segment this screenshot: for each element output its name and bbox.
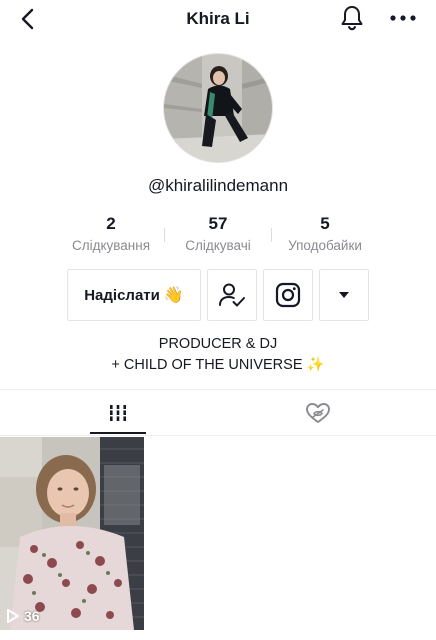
caret-down-icon — [339, 292, 349, 298]
bio-line-1: PRODUCER & DJ — [158, 336, 278, 352]
tab-liked-videos[interactable] — [290, 390, 346, 436]
view-count-value: 36 — [24, 608, 40, 624]
bell-icon — [341, 6, 363, 31]
divider — [0, 435, 436, 436]
stat-likes[interactable]: 5 Уподобайки — [272, 214, 378, 254]
profile-actions: Надіслати 👋 — [67, 269, 369, 321]
grid-bars-icon — [108, 405, 128, 421]
more-options-button[interactable] — [388, 6, 418, 30]
profile-stats: 2 Слідкування 57 Слідкувачі 5 Уподобайки — [58, 214, 378, 254]
send-message-label: Надіслати — [84, 286, 160, 304]
content-tabs — [0, 390, 436, 436]
heart-hidden-icon — [306, 403, 330, 423]
user-check-icon — [219, 283, 245, 307]
stat-followers[interactable]: 57 Слідкувачі — [165, 214, 271, 254]
stat-likes-count: 5 — [320, 214, 330, 233]
more-horizontal-icon — [390, 15, 416, 21]
more-dropdown-button[interactable] — [319, 269, 369, 321]
notifications-button[interactable] — [338, 4, 366, 32]
stat-followers-count: 57 — [208, 214, 228, 233]
instagram-icon — [275, 282, 301, 308]
video-thumbnail-image — [0, 437, 144, 630]
video-thumbnail[interactable]: 36 — [0, 437, 144, 630]
send-message-button[interactable]: Надіслати 👋 — [67, 269, 201, 321]
page-title: Khira Li — [186, 9, 250, 28]
play-outline-icon — [7, 609, 19, 623]
stat-following-count: 2 — [106, 214, 116, 233]
stat-followers-label: Слідкувачі — [185, 238, 251, 253]
view-count: 36 — [6, 608, 40, 624]
bio-line-2: + CHILD OF THE UNIVERSE ✨ — [111, 357, 325, 373]
stat-likes-label: Уподобайки — [288, 238, 362, 253]
top-bar: Khira Li — [0, 0, 436, 40]
profile-bio: PRODUCER & DJ + CHILD OF THE UNIVERSE ✨ — [0, 334, 436, 376]
avatar-photo — [164, 54, 272, 162]
following-button[interactable] — [207, 269, 257, 321]
tab-videos[interactable] — [90, 390, 146, 436]
stat-following-label: Слідкування — [71, 238, 151, 253]
instagram-button[interactable] — [263, 269, 313, 321]
active-tab-indicator — [90, 432, 146, 434]
avatar[interactable] — [163, 53, 273, 163]
waving-hand-emoji: 👋 — [163, 287, 184, 304]
stat-following[interactable]: 2 Слідкування — [58, 214, 164, 254]
username: @khiralilindemann — [147, 176, 289, 195]
